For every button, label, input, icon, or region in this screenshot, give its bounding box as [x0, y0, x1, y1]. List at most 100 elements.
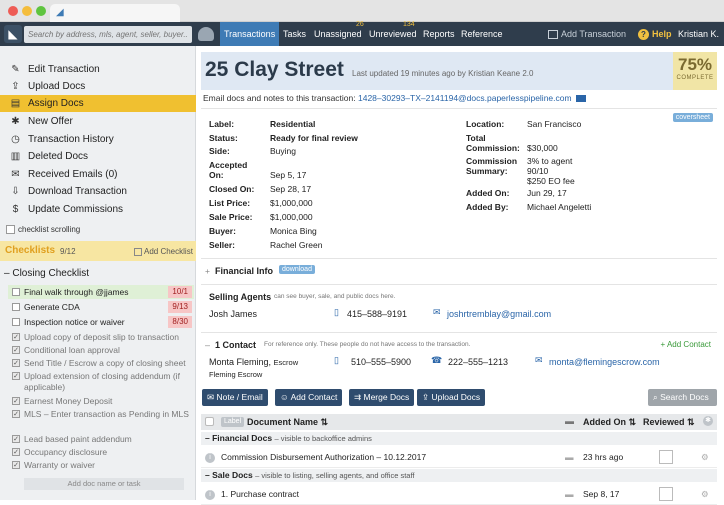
checklist-item[interactable]: Inspection notice or waiver 8/30 [8, 315, 194, 329]
reviewed-checkbox[interactable] [659, 487, 673, 501]
search-docs-button[interactable]: ⌕ Search Docs [648, 389, 717, 406]
checked-checkbox-icon[interactable]: ✓ [12, 461, 20, 469]
col-document-name[interactable]: Document Name ⇅ [247, 417, 328, 428]
sidebar-item-upload-docs[interactable]: ⇪ Upload Docs [0, 78, 196, 95]
comment-icon[interactable]: ▬ [565, 446, 574, 468]
checklist-checkbox[interactable] [12, 318, 20, 326]
merge-docs-button[interactable]: ⇉ Merge Docs [349, 389, 415, 406]
comment-icon[interactable]: ▬ [565, 483, 574, 505]
add-checklist-button[interactable]: Add Checklist [134, 247, 193, 256]
sidebar-item-download-transaction[interactable]: ⇩ Download Transaction [0, 183, 196, 200]
checklist-item[interactable]: Final walk through @jjames 10/1 [8, 285, 194, 299]
sidebar-item-update-commissions[interactable]: $ Update Commissions [0, 201, 196, 218]
nav-reference[interactable]: Reference [457, 22, 507, 46]
coversheet-button[interactable]: coversheet [672, 113, 713, 122]
search-input[interactable] [24, 26, 192, 43]
upload-docs-button[interactable]: ⇪ Upload Docs [417, 389, 486, 406]
checked-checkbox-icon[interactable]: ✓ [12, 359, 20, 367]
closing-checklist-title[interactable]: – Closing Checklist [4, 268, 89, 279]
checked-checkbox-icon[interactable]: ✓ [12, 346, 20, 354]
completed-checklist-item[interactable]: ✓ Upload extension of closing addendum (i… [8, 371, 194, 393]
seller-value: Rachel Green [270, 240, 323, 250]
sidebar-item-transaction-history[interactable]: ◷ Transaction History [0, 131, 196, 148]
sidebar-item-assign-docs[interactable]: ▤ Assign Docs [0, 95, 196, 112]
contact-phone-1[interactable]: 510–555–5900 [351, 357, 411, 367]
side-value: Buying [270, 146, 296, 156]
transaction-email-link[interactable]: 1428–30293–TX–2141194@docs.paperlesspipe… [358, 93, 572, 103]
table-row[interactable]: i Commission Disbursement Authorization … [201, 446, 717, 468]
nav-transactions[interactable]: Transactions [220, 22, 280, 46]
expand-icon[interactable]: + [205, 266, 210, 276]
info-icon[interactable]: i [205, 489, 215, 500]
contact-card-icon[interactable] [575, 95, 586, 103]
gear-icon[interactable]: ⚙ [701, 483, 709, 505]
sidebar-item-new-offer[interactable]: ✱ New Offer [0, 113, 196, 130]
nav-unreviewed[interactable]: 134 Unreviewed [365, 21, 421, 46]
close-window-icon[interactable] [8, 6, 18, 16]
add-transaction-button[interactable]: Add Transaction [544, 22, 630, 46]
browser-tab[interactable]: ◢ [50, 4, 180, 22]
completed-checklist-item[interactable]: ✓ Occupancy disclosure [8, 447, 194, 458]
doc-group-financial[interactable]: – Financial Docs – visible to backoffice… [201, 432, 717, 445]
history-icon: ◷ [11, 134, 20, 145]
col-added-on[interactable]: Added On ⇅ [583, 417, 636, 428]
doc-name[interactable]: Commission Disbursement Authorization – … [221, 446, 426, 468]
minimize-window-icon[interactable] [22, 6, 32, 16]
table-row[interactable]: i 1. Purchase contract ▬ Sep 8, 17 ⚙ [201, 483, 717, 505]
completed-checklist-item[interactable]: ✓ Warranty or waiver [8, 460, 194, 471]
checklist-item[interactable]: Generate CDA 9/13 [8, 300, 194, 314]
doc-group-sale[interactable]: – Sale Docs – visible to listing, sellin… [201, 469, 717, 482]
buyer-key: Buyer: [209, 226, 236, 236]
edit-icon: ✎ [11, 64, 20, 75]
checked-checkbox-icon[interactable]: ✓ [12, 435, 20, 443]
nav-reports[interactable]: Reports [419, 22, 459, 46]
doc-added-on: Sep 8, 17 [583, 489, 620, 499]
completed-checklist-item[interactable]: ✓ Send Title / Escrow a copy of closing s… [8, 358, 194, 369]
note-email-button[interactable]: ✉ Note / Email [202, 389, 268, 406]
settings-icon[interactable]: ✱ [703, 416, 713, 426]
download-icon: ⇩ [11, 186, 20, 197]
logo-icon[interactable]: ◣ [4, 25, 22, 43]
contact-phone-2[interactable]: 222–555–1213 [448, 357, 508, 367]
reviewed-checkbox[interactable] [659, 450, 673, 464]
completed-checklist-item[interactable]: ✓ Lead based paint addendum [8, 434, 194, 445]
financial-info-title[interactable]: Financial Info [215, 266, 273, 276]
sidebar-item-received-emails[interactable]: ✉ Received Emails (0) [0, 166, 196, 183]
completed-checklist-item[interactable]: ✓ MLS – Enter transaction as Pending in M… [8, 409, 194, 420]
info-icon[interactable]: i [205, 452, 215, 463]
email-icon: ✉ [433, 307, 441, 317]
completed-checklist-item[interactable]: ✓ Earnest Money Deposit [8, 396, 194, 407]
checked-checkbox-icon[interactable]: ✓ [12, 397, 20, 405]
col-reviewed[interactable]: Reviewed ⇅ [643, 417, 695, 428]
checked-checkbox-icon[interactable]: ✓ [12, 410, 20, 418]
add-doc-input[interactable]: Add doc name or task [24, 478, 184, 490]
completed-checklist-item[interactable]: ✓ Conditional loan approval [8, 345, 194, 356]
nav-tasks[interactable]: Tasks [279, 22, 310, 46]
label-column-tag[interactable]: Label [221, 417, 245, 427]
contact-email[interactable]: monta@flemingescrow.com [549, 357, 660, 367]
completed-checklist-item[interactable]: ✓ Upload copy of deposit slip to transact… [8, 332, 194, 343]
checked-checkbox-icon[interactable]: ✓ [12, 448, 20, 456]
user-menu[interactable]: Kristian K. [674, 22, 723, 46]
gear-icon[interactable]: ⚙ [701, 446, 709, 468]
checked-checkbox-icon[interactable]: ✓ [12, 333, 20, 341]
select-all-checkbox[interactable] [205, 417, 214, 426]
checklist-checkbox[interactable] [12, 303, 20, 311]
maximize-window-icon[interactable] [36, 6, 46, 16]
sidebar-item-deleted-docs[interactable]: ▥ Deleted Docs [0, 148, 196, 165]
add-contact-button[interactable]: ☺ Add Contact [275, 389, 343, 406]
help-button[interactable]: ? Help [634, 22, 676, 46]
sidebar-item-edit-transaction[interactable]: ✎ Edit Transaction [0, 61, 196, 78]
nav-unassigned[interactable]: 26 Unassigned [310, 21, 366, 46]
agent-email[interactable]: joshrtremblay@gmail.com [447, 309, 551, 319]
checklist-checkbox[interactable] [12, 288, 20, 296]
collapse-icon[interactable]: – [205, 340, 210, 350]
contact-company: Fleming Escrow [209, 370, 263, 379]
dashboard-gauge-icon[interactable] [198, 27, 214, 41]
agent-phone[interactable]: 415–588–9191 [347, 309, 407, 319]
checked-checkbox-icon[interactable]: ✓ [12, 372, 20, 380]
add-contact-link[interactable]: + Add Contact [661, 340, 711, 349]
doc-name[interactable]: 1. Purchase contract [221, 483, 299, 505]
financial-download-button[interactable]: download [279, 265, 315, 274]
checklist-scrolling-checkbox[interactable] [6, 225, 15, 234]
